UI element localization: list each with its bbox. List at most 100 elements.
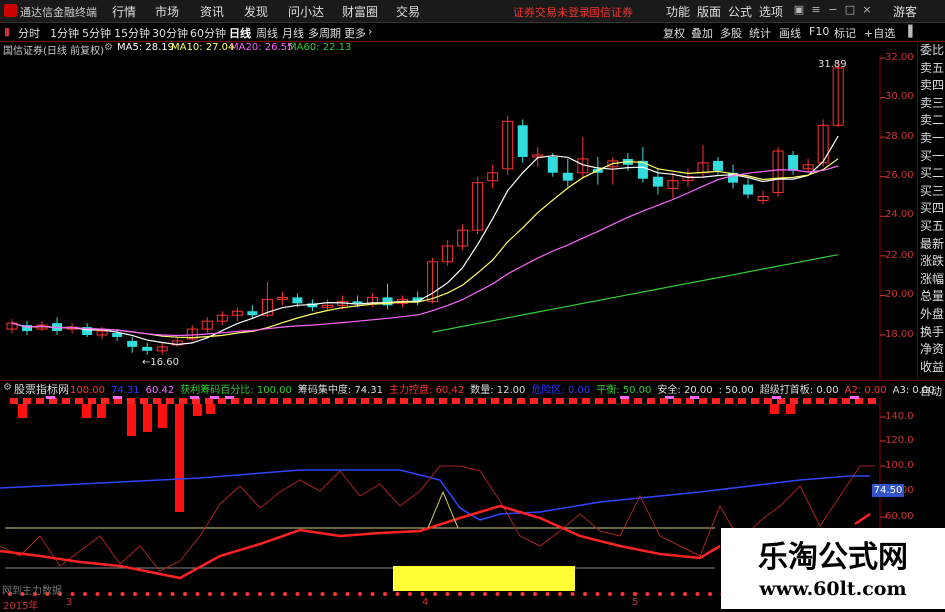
quote-item-5[interactable]: 卖一	[918, 130, 945, 148]
bottom-dot	[283, 592, 287, 596]
signal-dash	[361, 398, 369, 404]
tool-formula[interactable]: 公式	[728, 3, 752, 20]
bottom-dot	[408, 592, 412, 596]
signal-dash	[608, 398, 616, 404]
quote-item-7[interactable]: 买二	[918, 165, 945, 183]
bottom-dot	[383, 592, 387, 596]
time-axis-month-4: 4	[422, 597, 429, 608]
signal-dash	[504, 398, 512, 404]
auto-button[interactable]: 自动	[917, 383, 945, 398]
btn-add-favorite[interactable]: +自选	[864, 25, 895, 41]
candle-body-37	[562, 172, 573, 181]
quote-item-4[interactable]: 卖二	[918, 112, 945, 130]
quote-item-6[interactable]: 买一	[918, 148, 945, 166]
bottom-dot	[608, 592, 612, 596]
histogram-bar-0	[18, 404, 27, 418]
btn-multi-stock[interactable]: 多股	[720, 25, 742, 41]
ma10-value: MA10: 27.04	[171, 42, 235, 53]
menu-market[interactable]: 市场	[155, 3, 179, 20]
period-60min[interactable]: 60分钟	[190, 25, 226, 41]
signal-marker-3	[210, 396, 219, 399]
bottom-dot	[420, 592, 425, 596]
quote-item-3[interactable]: 卖三	[918, 95, 945, 113]
skin-icon[interactable]: ▣	[793, 3, 805, 17]
price-tick-7: 18.00	[885, 329, 914, 340]
period-5min[interactable]: 5分钟	[82, 25, 111, 41]
quote-item-11[interactable]: 最新	[918, 236, 945, 254]
indicator-settings-icon[interactable]: ⚙	[3, 382, 12, 393]
indicator-name[interactable]: 股票指标网	[14, 381, 69, 397]
quote-item-14[interactable]: 总量	[918, 288, 945, 306]
panel-toggle-icon[interactable]: ▐	[904, 25, 912, 38]
bottom-dot	[70, 592, 75, 596]
signal-dash	[153, 398, 161, 404]
period-daily[interactable]: 日线	[229, 25, 251, 41]
guest-login[interactable]: 游客	[893, 3, 917, 20]
menu-wealth[interactable]: 财富圈	[342, 3, 378, 20]
period-weekly[interactable]: 周线	[256, 25, 278, 41]
signal-dash	[101, 398, 109, 404]
broker-name[interactable]: 国信证券	[589, 4, 633, 20]
login-status[interactable]: 证券交易未登录	[513, 4, 590, 20]
quote-item-15[interactable]: 外盘	[918, 306, 945, 324]
signal-marker-1	[113, 396, 122, 399]
period-15min[interactable]: 15分钟	[114, 25, 150, 41]
menu-market-quotes[interactable]: 行情	[112, 3, 136, 20]
maximize-icon[interactable]: □	[844, 3, 856, 17]
candle-body-23	[352, 301, 363, 304]
histogram-bar-6	[175, 404, 184, 512]
period-1min[interactable]: 1分钟	[50, 25, 79, 41]
more-chevron-icon[interactable]: ›	[368, 25, 372, 38]
price-tick-1: 30.00	[885, 91, 914, 102]
btn-overlay[interactable]: 叠加	[691, 25, 713, 41]
menu-trade[interactable]: 交易	[396, 3, 420, 20]
period-multi[interactable]: 多周期	[308, 25, 341, 41]
signal-dash	[10, 398, 18, 404]
period-30min[interactable]: 30分钟	[152, 25, 188, 41]
indicator-item-2: 60.42	[145, 385, 175, 396]
quote-item-1[interactable]: 卖五	[918, 60, 945, 78]
menu-discover[interactable]: 发现	[244, 3, 268, 20]
signal-marker-5	[620, 396, 629, 399]
period-timeshare[interactable]: 分时	[18, 25, 40, 41]
quote-item-8[interactable]: 买三	[918, 183, 945, 201]
quote-item-18[interactable]: 收益	[918, 359, 945, 377]
btn-restore-rights[interactable]: 复权	[663, 25, 685, 41]
period-monthly[interactable]: 月线	[282, 25, 304, 41]
signal-dash	[465, 398, 473, 404]
bottom-dot	[170, 592, 175, 596]
btn-f10[interactable]: F10	[809, 25, 829, 38]
tool-layout[interactable]: 版面	[697, 3, 721, 20]
quote-item-12[interactable]: 涨跌	[918, 253, 945, 271]
indicator-item-0: 100.00	[70, 385, 105, 396]
indicator-item-7: 危险区: 0.00	[531, 385, 591, 396]
menu-icon[interactable]: ≡	[810, 3, 822, 17]
close-icon[interactable]: ×	[861, 3, 873, 17]
signal-dash	[790, 398, 798, 404]
btn-draw-line[interactable]: 画线	[779, 25, 801, 41]
tool-options[interactable]: 选项	[759, 3, 783, 20]
indicator-item-10: : 50.00	[718, 385, 754, 396]
quote-item-17[interactable]: 净资	[918, 341, 945, 359]
tool-function[interactable]: 功能	[666, 3, 690, 20]
quote-item-13[interactable]: 涨幅	[918, 271, 945, 289]
quote-item-10[interactable]: 买五	[918, 218, 945, 236]
btn-statistics[interactable]: 统计	[749, 25, 771, 41]
btn-mark[interactable]: 标记	[834, 25, 856, 41]
ma60-value: MA60: 22.13	[288, 42, 352, 53]
minimize-icon[interactable]: −	[827, 3, 839, 17]
quote-item-16[interactable]: 换手	[918, 324, 945, 342]
candlestick-chart[interactable]: 31.89 ←16.60	[0, 55, 917, 380]
quote-item-9[interactable]: 买四	[918, 200, 945, 218]
bottom-dot	[233, 592, 237, 596]
period-arrow-icon[interactable]: ▮	[4, 25, 10, 38]
menu-ask[interactable]: 问小达	[288, 3, 324, 20]
signal-dash	[829, 398, 837, 404]
quote-item-2[interactable]: 卖四	[918, 77, 945, 95]
histogram-bar-10	[786, 404, 795, 414]
menu-news[interactable]: 资讯	[200, 3, 224, 20]
quote-item-0[interactable]: 委比	[918, 42, 945, 60]
indicator-tick-2: 100.0	[885, 460, 914, 471]
period-more[interactable]: 更多	[344, 25, 366, 41]
settings-icon[interactable]: ⚙	[104, 42, 113, 53]
